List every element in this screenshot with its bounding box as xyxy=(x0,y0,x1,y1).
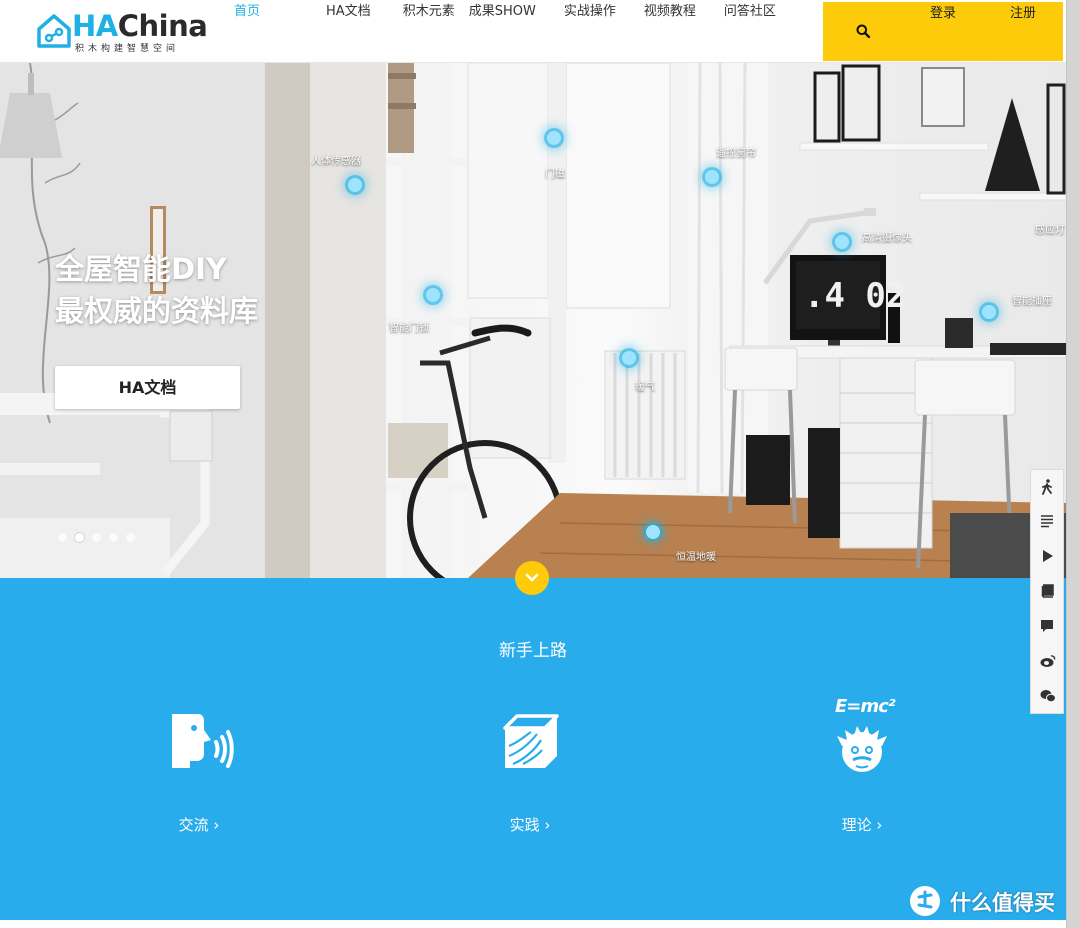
section-title: 新手上路 xyxy=(499,641,567,661)
hotspot-label-smart-lock: 智能门锁 xyxy=(389,323,429,334)
getting-started-section: 新手上路 交流 › 实践 › E=mc² 理论 › xyxy=(0,578,1066,920)
main-nav: 首页 HA文档 积木元素 成果SHOW 实战操作 视频教程 问答社区 xyxy=(216,0,790,63)
nav-practice[interactable]: 实战操作 xyxy=(550,0,630,63)
scroll-down-button[interactable] xyxy=(515,561,549,595)
hero-title-line1: 全屋智能DIY xyxy=(55,252,227,286)
side-play-button[interactable] xyxy=(1031,540,1063,574)
carousel-dot-2[interactable] xyxy=(75,533,84,542)
side-book-button[interactable] xyxy=(1031,575,1063,609)
hotspot-label-sensor-light: 感应灯 xyxy=(1035,225,1065,236)
hero-title-line2: 最权威的资料库 xyxy=(55,294,259,328)
header-actions: 登录 注册 xyxy=(823,2,1063,61)
logo-wordmark: HAChina xyxy=(72,9,208,43)
hero-banner: .4 02 全屋智能DIY 最权威的资料库 HA文档 人体传感器 门磁 遥控窗帘… xyxy=(0,63,1066,578)
hotspot-heater[interactable] xyxy=(622,351,636,365)
logo[interactable]: HAChina 积木构建智慧空间 xyxy=(34,10,208,54)
nav-video-tutorials[interactable]: 视频教程 xyxy=(630,0,710,63)
carousel-dot-1[interactable] xyxy=(58,533,67,542)
feature-practice-link[interactable]: 实践 › xyxy=(460,814,600,835)
book-icon xyxy=(1041,584,1054,598)
nav-ha-docs[interactable]: HA文档 xyxy=(278,0,391,63)
clock-display: .4 02 xyxy=(804,276,907,316)
side-list-button[interactable] xyxy=(1031,505,1063,539)
register-button[interactable]: 注册 xyxy=(983,2,1063,61)
feature-theory-link[interactable]: 理论 › xyxy=(792,814,932,835)
login-button[interactable]: 登录 xyxy=(903,2,983,61)
house-circuit-icon xyxy=(37,14,71,48)
hotspot-label-motion-sensor: 人体传感器 xyxy=(311,156,361,167)
hotspot-smart-socket[interactable] xyxy=(982,305,996,319)
hero-title: 全屋智能DIY 最权威的资料库 xyxy=(55,248,258,332)
nav-home[interactable]: 首页 xyxy=(216,0,278,63)
logo-subtitle: 积木构建智慧空间 xyxy=(75,44,180,54)
hotspot-smart-lock[interactable] xyxy=(426,288,440,302)
wechat-icon xyxy=(1040,690,1056,703)
hotspot-label-curtain: 遥控窗帘 xyxy=(716,148,756,159)
search-button[interactable] xyxy=(823,2,903,61)
carousel-dot-4[interactable] xyxy=(109,533,118,542)
watermark-text: 什么值得买 xyxy=(950,891,1055,915)
hotspot-label-floor-heating: 恒温地暖 xyxy=(676,552,716,563)
play-icon xyxy=(1043,550,1053,562)
hotspot-label-smart-socket: 智能插座 xyxy=(1012,296,1052,307)
carousel-dot-5[interactable] xyxy=(126,533,135,542)
hero-ha-docs-button[interactable]: HA文档 xyxy=(55,366,240,409)
speaking-head-icon xyxy=(172,714,234,768)
side-wechat-button[interactable] xyxy=(1031,680,1063,714)
weibo-icon xyxy=(1040,655,1056,667)
page: HAChina 积木构建智慧空间 首页 HA文档 积木元素 成果SHOW 实战操… xyxy=(0,0,1066,928)
nav-showcase[interactable]: 成果SHOW xyxy=(469,0,550,63)
hotspot-camera[interactable] xyxy=(835,235,849,249)
hotspot-door-sensor[interactable] xyxy=(547,131,561,145)
einstein-formula: E=mc² xyxy=(835,696,896,717)
carousel-pagination xyxy=(58,533,135,542)
side-weibo-button[interactable] xyxy=(1031,645,1063,679)
hotspot-motion-sensor[interactable] xyxy=(348,178,362,192)
smzdm-logo-icon xyxy=(910,886,940,916)
wood-block-icon xyxy=(503,714,559,768)
list-icon xyxy=(1041,515,1053,528)
carousel-dot-3[interactable] xyxy=(92,533,101,542)
side-chat-button[interactable] xyxy=(1031,610,1063,644)
hotspot-label-camera: 高清摄像头 xyxy=(862,233,912,244)
chevron-down-icon xyxy=(525,573,539,582)
site-header: HAChina 积木构建智慧空间 首页 HA文档 积木元素 成果SHOW 实战操… xyxy=(0,0,1066,63)
hotspot-label-door-sensor: 门磁 xyxy=(545,169,565,180)
feature-communicate-link[interactable]: 交流 › xyxy=(129,814,269,835)
chat-bubble-icon xyxy=(1041,620,1053,632)
floating-side-bar xyxy=(1030,469,1064,714)
page-scrollbar[interactable] xyxy=(1066,0,1080,928)
nav-elements[interactable]: 积木元素 xyxy=(391,0,469,63)
side-walk-button[interactable] xyxy=(1031,470,1063,504)
hotspot-label-heater: 暖气 xyxy=(635,382,655,393)
hotspot-floor-heating[interactable] xyxy=(646,525,660,539)
nav-qa-community[interactable]: 问答社区 xyxy=(710,0,790,63)
search-icon xyxy=(856,24,870,38)
hotspot-curtain[interactable] xyxy=(705,170,719,184)
walking-person-icon xyxy=(1042,479,1052,495)
section-bottom-strip xyxy=(0,920,1066,928)
